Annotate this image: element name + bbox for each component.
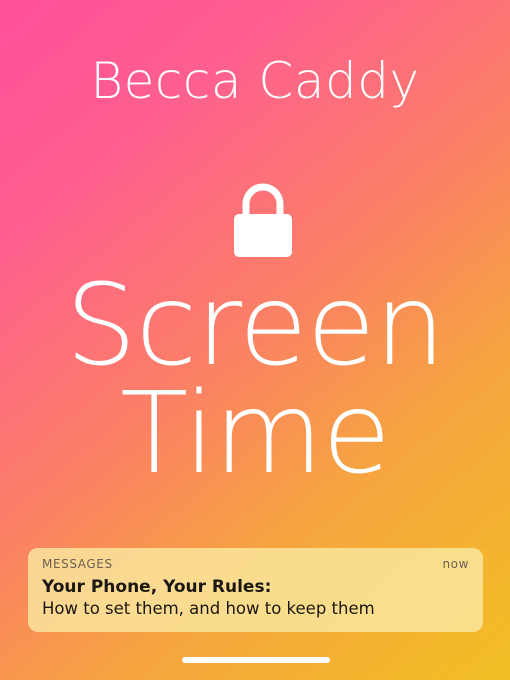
notification-header: MESSAGES now [42,556,469,572]
lock-icon [234,183,292,257]
notification-body: How to set them, and how to keep them [42,599,375,618]
notification-title: Your Phone, Your Rules: [42,577,272,597]
notification-time: now [442,557,469,571]
title-line-2: Time [119,369,391,499]
title-line-1: Screen [65,261,445,391]
notification-app-name: MESSAGES [42,557,113,571]
home-indicator[interactable] [182,657,330,663]
message-notification[interactable]: MESSAGES now Your Phone, Your Rules: How… [28,548,483,632]
author-name: Becca Caddy [90,52,420,110]
book-cover: Becca Caddy Screen Time MESSAGES now You… [0,0,510,680]
